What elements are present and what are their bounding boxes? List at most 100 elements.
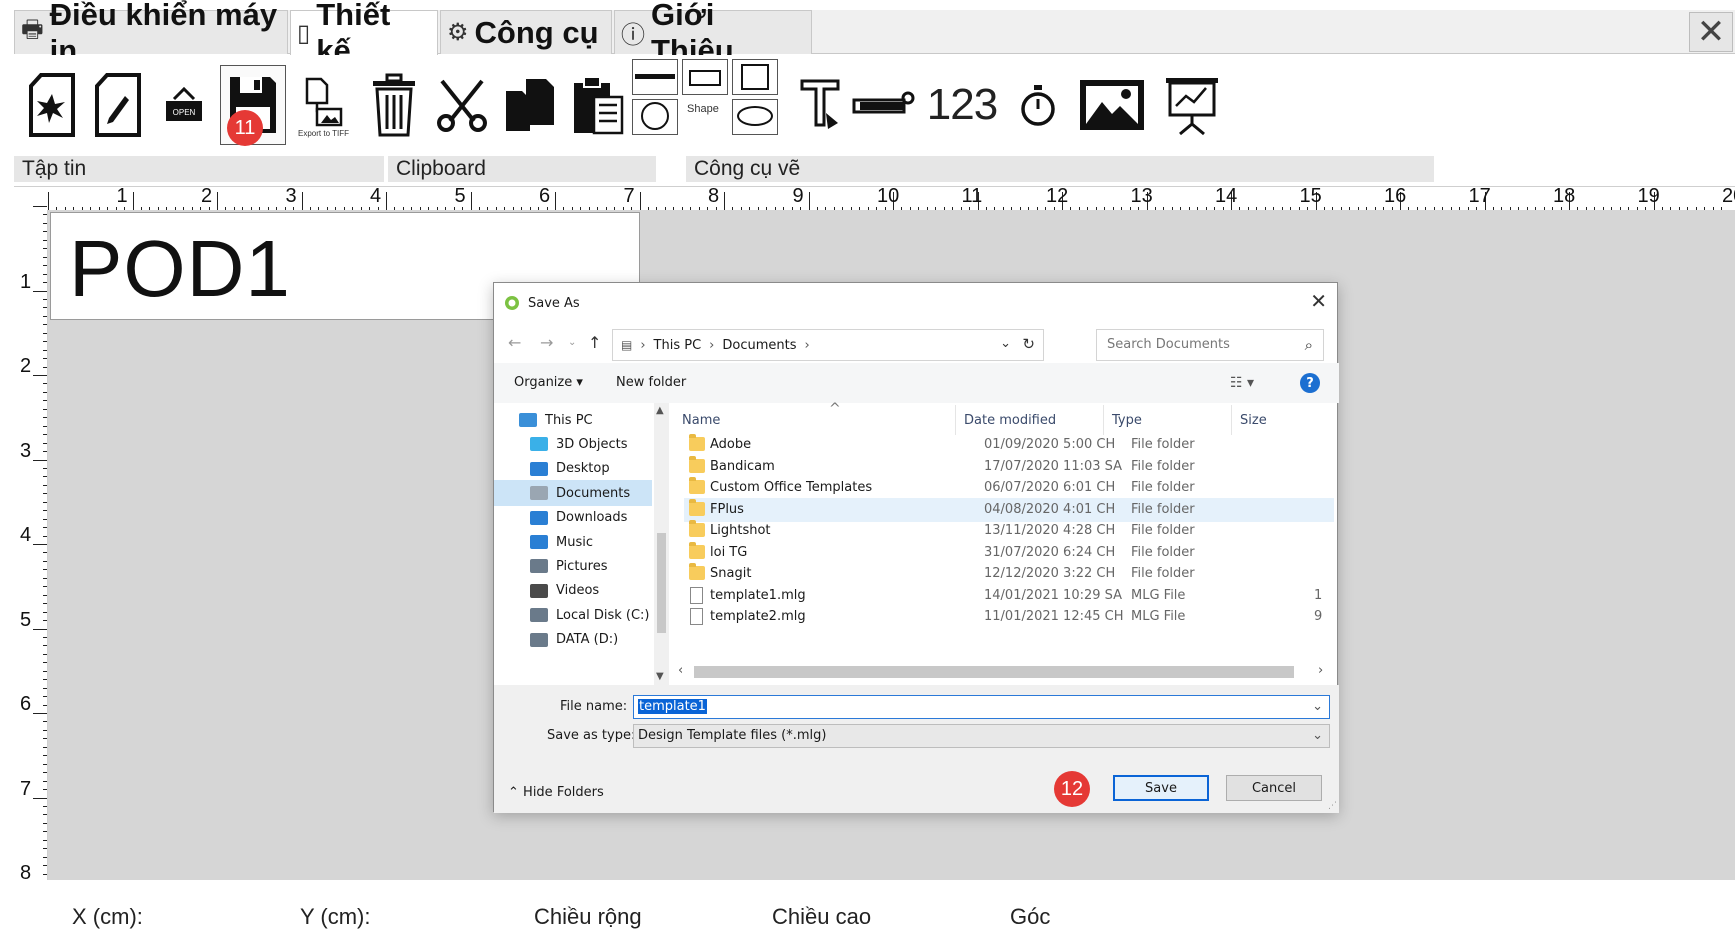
scroll-right-icon[interactable]: ›	[1318, 663, 1323, 678]
forward-arrow-icon[interactable]: →	[540, 333, 553, 352]
cancel-button[interactable]: Cancel	[1226, 775, 1322, 801]
scroll-thumb[interactable]	[694, 666, 1294, 678]
ruler-tick	[43, 696, 47, 698]
column-header-type[interactable]: Type	[1104, 405, 1232, 435]
nav-item-local-disk-c[interactable]: Local Disk (C:)	[530, 602, 660, 628]
open-file-button[interactable]: OPEN	[154, 65, 214, 145]
dialog-close-icon[interactable]: ✕	[1310, 289, 1327, 313]
column-header-name[interactable]: Name ^	[674, 401, 956, 435]
tab-tools[interactable]: ⚙ Công cụ	[440, 10, 612, 54]
folder-icon	[689, 434, 705, 451]
step-badge: 12	[1054, 771, 1090, 807]
file-row[interactable]: Bandicam 17/07/2020 11:03 SA File folder	[684, 455, 1334, 479]
line-shape-button[interactable]	[632, 59, 678, 95]
breadcrumb-this-pc[interactable]: This PC	[654, 338, 702, 353]
new-file-button[interactable]	[22, 65, 82, 145]
organize-button[interactable]: Organize ▾	[514, 375, 583, 390]
file-name-input[interactable]: template1 ⌄	[633, 695, 1330, 719]
address-bar[interactable]: ▤ › This PC › Documents › ⌄ ↻	[612, 329, 1044, 361]
nav-item-label: Videos	[556, 583, 600, 599]
help-icon[interactable]: ?	[1300, 373, 1320, 393]
nav-item-music[interactable]: Music	[530, 529, 660, 555]
close-icon[interactable]: ✕	[1689, 12, 1733, 52]
scroll-up-icon[interactable]: ▲	[656, 405, 664, 416]
column-header-date[interactable]: Date modified	[956, 405, 1104, 435]
file-row[interactable]: FPlus 04/08/2020 4:01 CH File folder	[684, 497, 1334, 522]
nav-item-documents[interactable]: Documents	[494, 480, 652, 507]
cut-button[interactable]	[432, 65, 492, 145]
horizontal-scrollbar[interactable]: ‹ ›	[674, 663, 1339, 681]
export-tiff-button[interactable]: Export to TIFF	[292, 65, 352, 145]
hide-folders-label: Hide Folders	[523, 785, 604, 800]
ruler-number: 20	[1722, 185, 1735, 207]
save-as-dialog: Save As ✕ ← → ⌄ ↑ ▤ › This PC › Document…	[493, 282, 1339, 813]
file-row[interactable]: Adobe 01/09/2020 5:00 CH File folder	[684, 433, 1334, 457]
barcode-tool-button[interactable]	[852, 65, 918, 145]
save-button[interactable]: 11	[220, 65, 286, 146]
nav-item-downloads[interactable]: Downloads	[530, 505, 660, 531]
tab-printer-control[interactable]: 🖶 Điều khiển máy in	[14, 0, 288, 68]
label-designer-app: 🖶 Điều khiển máy in ▯ Thiết kế ⚙ Công cụ…	[0, 0, 1735, 936]
text-tool-button[interactable]	[790, 65, 850, 145]
ruler-number: 5	[454, 185, 466, 207]
refresh-icon[interactable]: ↻	[1022, 335, 1035, 353]
down-icon	[530, 510, 548, 525]
square-shape-button[interactable]	[732, 59, 778, 95]
scissors-icon	[437, 79, 487, 132]
file-row[interactable]: Snagit 12/12/2020 3:22 CH File folder	[684, 562, 1334, 586]
canvas-text-object[interactable]: POD1	[69, 223, 291, 315]
file-row[interactable]: Lightshot 13/11/2020 4:28 CH File folder	[684, 519, 1334, 543]
ruler-tick	[43, 332, 47, 334]
ruler-tick	[43, 763, 47, 765]
number-tool-button[interactable]: 123	[922, 65, 1002, 145]
file-row[interactable]: Custom Office Templates 06/07/2020 6:01 C…	[684, 476, 1334, 500]
chevron-down-icon[interactable]: ⌄	[1312, 728, 1323, 743]
scroll-down-icon[interactable]: ▼	[656, 671, 664, 682]
timer-tool-button[interactable]	[1008, 65, 1068, 145]
search-input[interactable]: Search Documents ⌕	[1096, 329, 1324, 361]
file-row[interactable]: template1.mlg 14/01/2021 10:29 SA MLG File…	[684, 584, 1334, 608]
view-options-icon[interactable]: ☷ ▾	[1230, 375, 1254, 391]
paste-button[interactable]	[568, 65, 628, 145]
nav-item-videos[interactable]: Videos	[530, 578, 660, 604]
ruler-tick	[43, 467, 47, 469]
barcode-line-icon	[852, 91, 915, 114]
save-button[interactable]: Save	[1113, 775, 1209, 801]
hide-folders-button[interactable]: ⌃ Hide Folders	[508, 785, 604, 800]
save-type-select[interactable]: Design Template files (*.mlg) ⌄	[633, 724, 1330, 748]
nav-item-3d-objects[interactable]: 3D Objects	[530, 431, 660, 457]
file-date: 13/11/2020 4:28 CH	[984, 523, 1116, 538]
copy-button[interactable]	[500, 65, 560, 145]
chart-tool-button[interactable]	[1162, 65, 1222, 145]
column-header-size[interactable]: Size	[1232, 405, 1332, 435]
breadcrumb-documents[interactable]: Documents	[722, 338, 796, 353]
rectangle-shape-button[interactable]	[682, 59, 728, 95]
up-arrow-icon[interactable]: ↑	[588, 333, 601, 352]
ruler-tick	[43, 341, 47, 343]
chevron-down-icon[interactable]: ⌄	[1312, 699, 1323, 714]
new-folder-button[interactable]: New folder	[616, 375, 686, 390]
resize-grip-icon[interactable]: ⋰	[1328, 801, 1337, 811]
nav-item-data-d[interactable]: DATA (D:)	[530, 627, 660, 653]
image-tool-button[interactable]	[1074, 65, 1150, 145]
circle-shape-button[interactable]	[632, 99, 678, 135]
ellipse-shape-button[interactable]	[732, 99, 778, 135]
chevron-down-icon[interactable]: ⌄	[1000, 336, 1011, 351]
file-row[interactable]: loi TG 31/07/2020 6:24 CH File folder	[684, 541, 1334, 565]
nav-item-this-pc[interactable]: This PC	[519, 407, 649, 433]
file-icon	[690, 586, 703, 604]
tab-design[interactable]: ▯ Thiết kế	[290, 0, 438, 68]
scroll-left-icon[interactable]: ‹	[678, 663, 683, 678]
export-image-icon	[305, 77, 343, 127]
tab-about[interactable]: ⓘ Giới Thiệu	[614, 0, 812, 68]
delete-button[interactable]	[364, 65, 424, 145]
nav-item-pictures[interactable]: Pictures	[530, 553, 660, 579]
circle-icon	[641, 102, 669, 130]
nav-item-desktop[interactable]: Desktop	[530, 456, 660, 482]
ruler-tick	[43, 552, 47, 554]
recent-chevron-icon[interactable]: ⌄	[568, 337, 576, 348]
back-arrow-icon[interactable]: ←	[508, 333, 521, 352]
ruler-number: 18	[1553, 185, 1576, 207]
edit-file-button[interactable]	[88, 65, 148, 145]
file-row[interactable]: template2.mlg 11/01/2021 12:45 CH MLG File…	[684, 605, 1334, 629]
